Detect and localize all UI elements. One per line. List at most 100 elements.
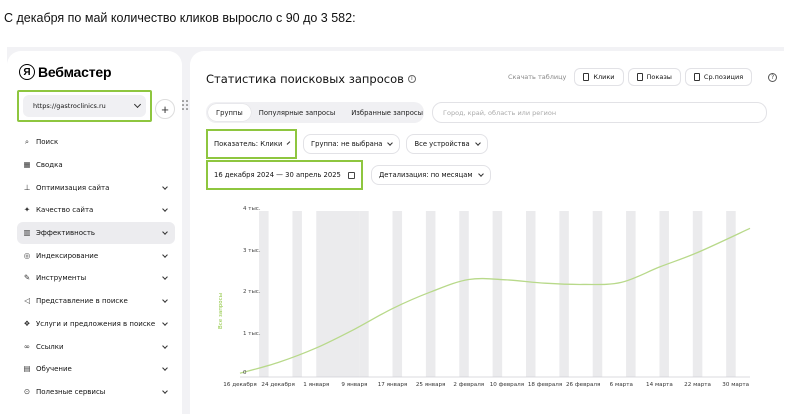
region-search-input[interactable]: Город, край, область или регион [432,102,767,123]
y-axis-label: Все запросы [218,292,224,329]
sidebar-item-content: ⌕ Поиск [23,138,58,147]
sitemap-icon: ⊥ [23,182,31,192]
sidebar-item-label: Эффективность [36,229,96,238]
devices-select[interactable]: Все устройства [406,134,488,154]
y-tick-label: 3 тыс. [243,247,261,254]
detail-select[interactable]: Детализация: по месяцам [371,165,491,185]
clicks-chart: Все запросы 0 1 тыс. 2 тыс. 3 тыс. 4 тыс. 16 … [190,201,784,406]
weekend-band [459,211,469,377]
sparkle-icon: ✦ [23,205,31,215]
x-tick-label: 30 марта [722,382,750,388]
sidebar-item[interactable]: ◁ Представление в поиске [17,290,175,313]
metric-button-impressions[interactable]: Показы [627,68,681,86]
sidebar-item[interactable]: ▤ Обучение [17,358,175,381]
sidebar-item[interactable]: ▥ Эффективность [17,221,175,245]
metric-button-clicks[interactable]: Клики [574,68,624,86]
logo[interactable]: Я Вебмастер [19,64,112,80]
chevron-down-icon[interactable] [162,274,168,281]
sidebar-item[interactable]: ⌕ Поиск [17,131,175,154]
x-tick-label: 24 декабря [261,382,295,388]
tab-favorite-queries[interactable]: Избранные запросы [343,104,431,121]
chevron-down-icon [133,100,142,109]
services-icon: ❖ [23,318,31,328]
x-tick-label: 16 декабря [223,382,257,388]
x-tick-label: 2 февраля [453,382,485,388]
indicator-highlight: Показатель: Клики [206,129,297,159]
chevron-down-icon [287,141,291,145]
sidebar-item[interactable]: ⊙ Полезные сервисы [17,381,175,404]
detail-label: Детализация: по месяцам [379,171,473,179]
sidebar-item-label: Представление в поиске [36,297,128,306]
chevron-down-icon [474,140,481,146]
robot-icon: ◎ [23,250,31,260]
webmaster-screenshot: Я Вебмастер https://gastroclinics.ru + ⌕… [7,47,784,414]
info-icon[interactable]: i [407,75,416,83]
sidebar-item-label: Оптимизация сайта [36,183,110,192]
sidebar-item-label: Обучение [36,365,72,374]
chevron-down-icon[interactable] [162,365,168,372]
sidebar-item[interactable]: ▦ Сводка [17,154,175,177]
tab-popular-queries[interactable]: Популярные запросы [251,104,343,121]
metric-button-avg-position[interactable]: Ср.позиция [684,68,753,86]
x-tick-label: 10 февраля [489,382,525,388]
y-tick-label: 0 [243,370,247,376]
site-selector-highlight: https://gastroclinics.ru [17,90,152,122]
x-tick-label: 17 января [377,382,408,388]
add-site-button[interactable]: + [155,99,175,119]
sidebar-nav: ⌕ Поиск ▦ Сводка ⊥ Оптимизация сайта ✦ Качество… [17,131,175,403]
sidebar-item[interactable]: ✦ Качество сайта [17,199,175,222]
sidebar-item[interactable]: ❖ Услуги и предложения в поиске [17,313,175,336]
sidebar-item-label: Ссылки [36,342,64,351]
indicator-select[interactable]: Показатель: Клики [211,134,292,154]
chevron-down-icon[interactable] [162,388,168,394]
help-icon[interactable]: ? [768,72,778,82]
date-range-picker[interactable]: 16 декабря 2024 — 30 апрель 2025 [211,165,358,185]
weekend-band [692,211,703,377]
drag-handle-icon[interactable] [182,100,188,110]
date-row: 16 декабря 2024 — 30 апрель 2025 Детализ… [206,160,491,190]
chevron-down-icon[interactable] [162,183,168,190]
sidebar-item[interactable]: ∞ Ссылки [17,335,175,358]
weekend-band [525,211,536,377]
logo-text: Вебмастер [38,64,112,80]
sidebar-item-label: Индексирование [36,251,99,260]
metric-button-label: Ср.позиция [703,73,744,81]
weekend-band [392,211,403,377]
main-panel: Статистика поисковых запросов i Скачать … [190,51,784,414]
weekend-band [592,211,603,377]
x-tick-label: 22 марта [684,382,711,388]
calendar-icon [348,171,355,179]
chevron-down-icon[interactable] [162,251,168,258]
weekend-band [626,211,636,377]
page-title-text: Статистика поисковых запросов [206,72,404,86]
chevron-down-icon[interactable] [162,342,168,349]
tab-groups[interactable]: Группы [208,104,251,121]
chevron-down-icon[interactable] [162,297,168,303]
chevron-down-icon[interactable] [162,206,168,213]
sidebar-item-content: ▥ Эффективность [23,229,96,238]
chevron-down-icon[interactable] [162,320,168,326]
compass-icon: ⊙ [23,386,31,396]
sidebar-item[interactable]: ⊥ Оптимизация сайта [17,176,175,199]
weekend-band [292,211,302,377]
weekend-band [659,211,669,377]
sidebar-item[interactable]: ◎ Индексирование [17,244,175,267]
sidebar-item-content: ◎ Индексирование [23,250,99,260]
sidebar-item[interactable]: ✎ Инструменты [17,267,175,290]
y-tick-label: 2 тыс. [243,289,261,295]
download-table-button[interactable]: Скачать таблицу [508,73,566,81]
indicator-label: Показатель: Клики [214,140,283,148]
yandex-logo-icon: Я [19,64,35,80]
site-selector[interactable]: https://gastroclinics.ru [23,95,146,117]
group-select[interactable]: Группа: не выбрана [303,134,401,154]
x-tick-label: 18 февраля [527,382,563,388]
tabs: Группы Популярные запросы Избранные запр… [206,102,424,123]
sidebar-item-content: ◁ Представление в поиске [23,296,128,306]
sidebar-item-content: ⊥ Оптимизация сайта [23,182,110,192]
megaphone-icon: ◁ [24,296,30,306]
metric-button-label: Клики [593,73,615,81]
caption-text: С декабря по май количество кликов вырос… [4,11,356,25]
weekend-band [559,211,569,377]
sidebar-item-content: ❖ Услуги и предложения в поиске [23,318,156,328]
chevron-down-icon[interactable] [162,229,168,235]
